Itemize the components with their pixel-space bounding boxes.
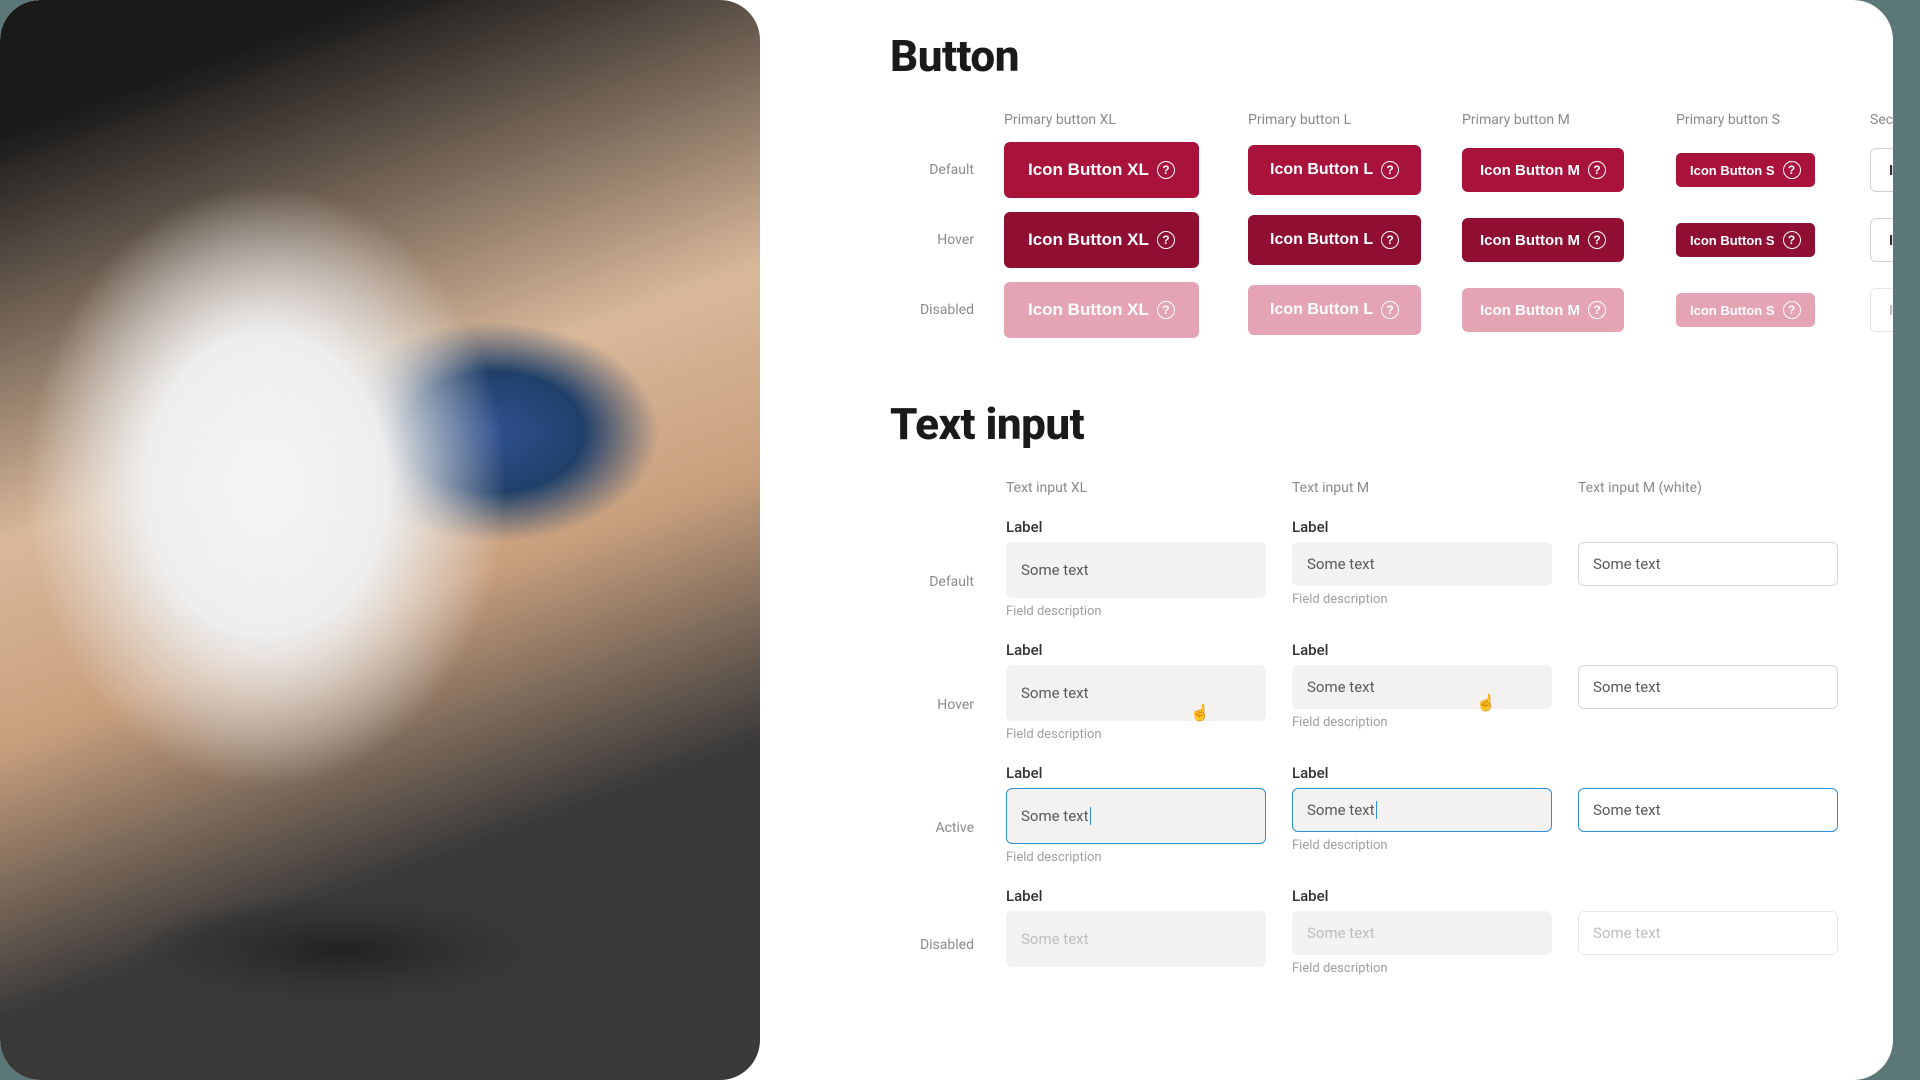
primary-button-m-disabled: Icon Button M?: [1462, 288, 1624, 332]
button-showcase-grid: Primary button XL Primary button L Prima…: [890, 112, 1853, 338]
primary-button-l-default[interactable]: Icon Button L?: [1248, 145, 1421, 195]
input-label: Label: [1006, 518, 1266, 536]
input-description: Field description: [1292, 838, 1552, 853]
section-title-text-input: Text input: [890, 398, 1853, 450]
text-input-m-white-default[interactable]: Some text: [1578, 542, 1838, 586]
help-icon: ?: [1381, 231, 1399, 249]
col-header-s: Primary button S: [1676, 112, 1846, 128]
input-description: Field description: [1006, 604, 1266, 619]
help-icon: ?: [1783, 231, 1801, 249]
primary-button-s-default[interactable]: Icon Button S?: [1676, 153, 1815, 187]
help-icon: ?: [1588, 231, 1606, 249]
help-icon: ?: [1588, 301, 1606, 319]
row-label-default: Default: [890, 162, 980, 178]
help-icon: ?: [1381, 301, 1399, 319]
primary-button-xl-default[interactable]: Icon Button XL?: [1004, 142, 1199, 198]
section-title-button: Button: [890, 30, 1853, 82]
primary-button-xl-disabled: Icon Button XL?: [1004, 282, 1199, 338]
input-label: Label: [1292, 764, 1552, 782]
primary-button-xl-hover[interactable]: Icon Button XL?: [1004, 212, 1199, 268]
secondary-button-m-default[interactable]: Icon Button M?: [1870, 148, 1893, 192]
primary-button-l-disabled: Icon Button L?: [1248, 285, 1421, 335]
input-label: Label: [1292, 887, 1552, 905]
input-description: Field description: [1292, 715, 1552, 730]
help-icon: ?: [1783, 301, 1801, 319]
text-input-m-disabled: Some text: [1292, 911, 1552, 955]
text-input-xl-hover[interactable]: Some text: [1006, 665, 1266, 721]
secondary-button-m-disabled: Icon Button M?: [1870, 288, 1893, 332]
row-label-active-input: Active: [890, 820, 980, 836]
help-icon: ?: [1783, 161, 1801, 179]
col-header-secondary-m: Secondary button M: [1870, 112, 1893, 128]
text-input-m-default[interactable]: Some text: [1292, 542, 1552, 586]
help-icon: ?: [1157, 231, 1175, 249]
input-description: Field description: [1006, 727, 1266, 742]
input-description: Field description: [1292, 592, 1552, 607]
row-label-disabled-input: Disabled: [890, 937, 980, 953]
text-input-m-white-hover[interactable]: Some text: [1578, 665, 1838, 709]
input-label: Label: [1292, 641, 1552, 659]
input-label: Label: [1006, 887, 1266, 905]
row-label-hover: Hover: [890, 232, 980, 248]
col-header-input-m: Text input M: [1292, 480, 1552, 496]
col-header-m: Primary button M: [1462, 112, 1652, 128]
text-input-xl-default[interactable]: Some text: [1006, 542, 1266, 598]
col-header-l: Primary button L: [1248, 112, 1438, 128]
help-icon: ?: [1381, 161, 1399, 179]
row-label-default-input: Default: [890, 574, 980, 590]
primary-button-m-hover[interactable]: Icon Button M?: [1462, 218, 1624, 262]
primary-button-m-default[interactable]: Icon Button M?: [1462, 148, 1624, 192]
hero-photo: [0, 0, 760, 1080]
text-caret: [1376, 801, 1377, 819]
primary-button-l-hover[interactable]: Icon Button L?: [1248, 215, 1421, 265]
help-icon: ?: [1157, 301, 1175, 319]
text-input-xl-disabled: Some text: [1006, 911, 1266, 967]
input-label: Label: [1006, 641, 1266, 659]
input-label: Label: [1292, 518, 1552, 536]
text-input-m-white-active[interactable]: Some text: [1578, 788, 1838, 832]
primary-button-s-disabled: Icon Button S?: [1676, 293, 1815, 327]
row-label-disabled: Disabled: [890, 302, 980, 318]
text-input-showcase-grid: Text input XL Text input M Text input M …: [890, 480, 1853, 976]
text-input-m-hover[interactable]: Some text: [1292, 665, 1552, 709]
secondary-button-m-hover[interactable]: Icon Button M?: [1870, 218, 1893, 262]
row-label-hover-input: Hover: [890, 697, 980, 713]
col-header-input-m-white: Text input M (white): [1578, 480, 1838, 496]
col-header-input-xl: Text input XL: [1006, 480, 1266, 496]
text-input-xl-active[interactable]: Some text: [1006, 788, 1266, 844]
help-icon: ?: [1588, 161, 1606, 179]
text-input-m-active[interactable]: Some text: [1292, 788, 1552, 832]
help-icon: ?: [1157, 161, 1175, 179]
input-description: Field description: [1006, 850, 1266, 865]
text-input-m-white-disabled: Some text: [1578, 911, 1838, 955]
input-label: Label: [1006, 764, 1266, 782]
text-caret: [1090, 807, 1091, 825]
col-header-xl: Primary button XL: [1004, 112, 1224, 128]
primary-button-s-hover[interactable]: Icon Button S?: [1676, 223, 1815, 257]
input-description: Field description: [1292, 961, 1552, 976]
